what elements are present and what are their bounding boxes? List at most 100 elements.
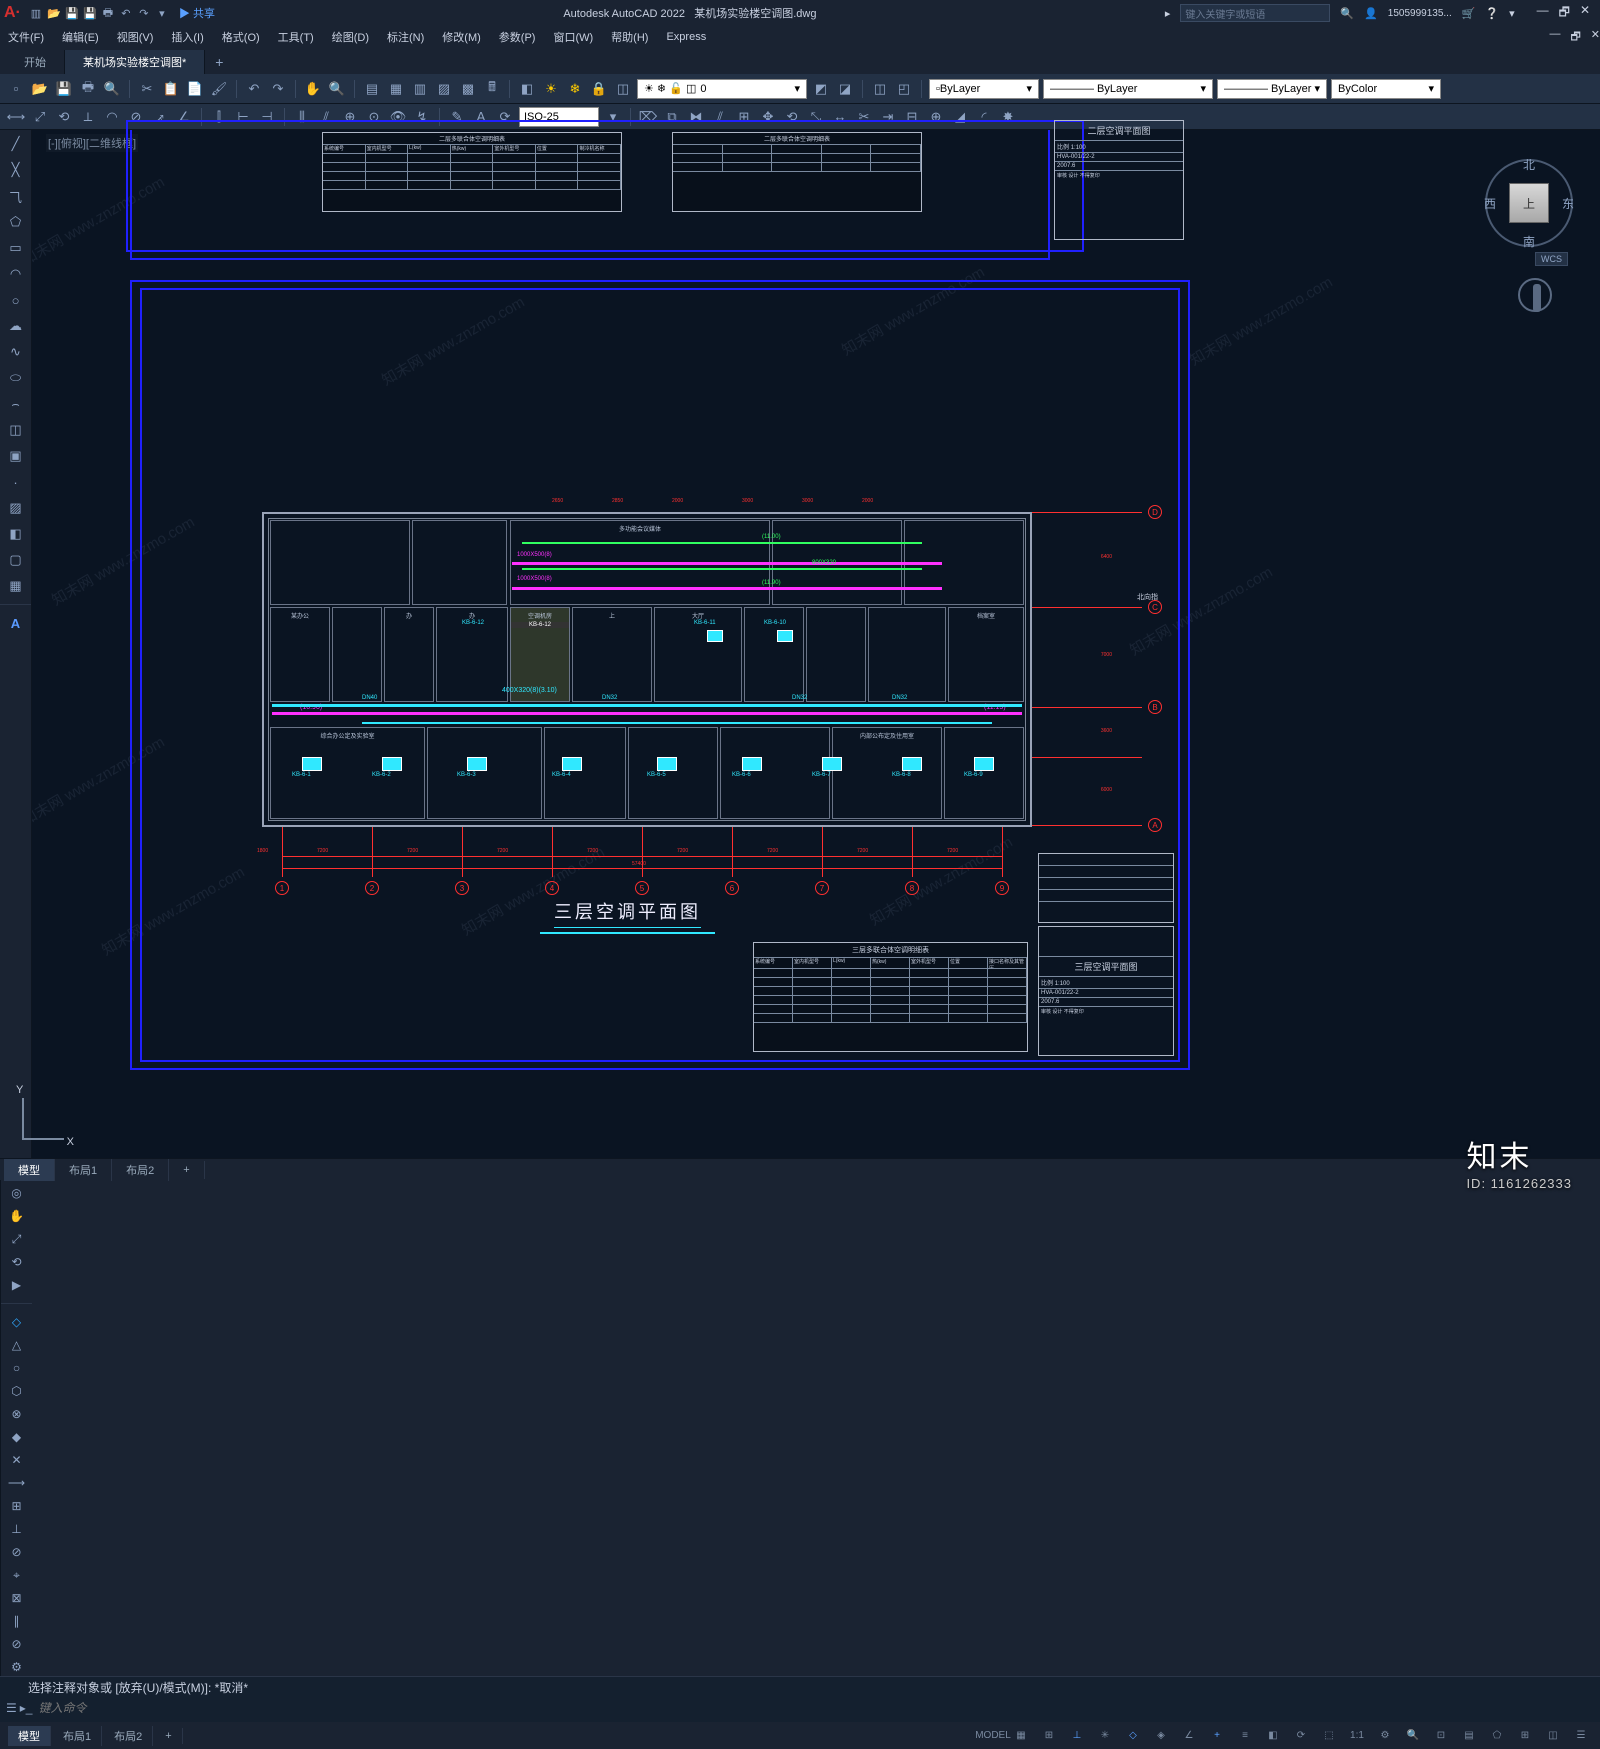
snap-end-icon[interactable]: ◇: [7, 1313, 27, 1331]
search-icon[interactable]: 🔍: [1340, 7, 1354, 20]
showmotion-icon[interactable]: ▶: [7, 1276, 27, 1294]
menu-tools[interactable]: 工具(T): [278, 29, 314, 45]
orbit-icon[interactable]: ⟲: [7, 1253, 27, 1271]
block-icon[interactable]: ◫: [870, 79, 890, 99]
print-icon[interactable]: 🖶: [78, 79, 98, 99]
sb-modelspace-icon[interactable]: MODEL: [982, 1726, 1004, 1746]
dim-rad-icon[interactable]: ◠: [102, 107, 122, 127]
sb-trans-icon[interactable]: ◧: [1262, 1726, 1284, 1746]
redo-icon[interactable]: ↷: [268, 79, 288, 99]
restore-button[interactable]: 🗗: [1559, 3, 1570, 24]
share-button[interactable]: ▶ 共享: [179, 5, 215, 21]
zoom-icon[interactable]: 🔍: [327, 79, 347, 99]
mdi-close[interactable]: ✕: [1591, 28, 1600, 47]
snap-ext-icon[interactable]: ⟶: [7, 1474, 27, 1492]
plotstyle-dropdown[interactable]: ByColor▾: [1331, 79, 1441, 99]
qat-saveas-icon[interactable]: 💾: [83, 6, 97, 20]
revcloud-icon[interactable]: ☁: [6, 316, 26, 336]
snap-per-icon[interactable]: ⊥: [7, 1520, 27, 1538]
sb-clean-icon[interactable]: ◫: [1542, 1726, 1564, 1746]
mdi-minimize[interactable]: —: [1549, 28, 1560, 47]
user-icon[interactable]: 👤: [1364, 7, 1378, 20]
sb-cycle-icon[interactable]: ⟳: [1290, 1726, 1312, 1746]
polygon-icon[interactable]: ⬠: [6, 212, 26, 232]
qat-redo-icon[interactable]: ↷: [137, 6, 151, 20]
line-icon[interactable]: ╱: [6, 134, 26, 154]
menu-window[interactable]: 窗口(W): [553, 29, 593, 45]
viewcube-e[interactable]: 东: [1562, 195, 1574, 212]
snap-ins-icon[interactable]: ⊞: [7, 1497, 27, 1515]
lock-icon[interactable]: 🔒: [589, 79, 609, 99]
ellipse-icon[interactable]: ⬭: [6, 368, 26, 388]
menu-edit[interactable]: 编辑(E): [62, 29, 99, 45]
paste-icon[interactable]: 📄: [185, 79, 205, 99]
sb-gear-icon[interactable]: ⚙: [1374, 1726, 1396, 1746]
ellarc-icon[interactable]: ⌢: [6, 394, 26, 414]
pan-icon[interactable]: ✋: [303, 79, 323, 99]
pan-icon[interactable]: ✋: [7, 1207, 27, 1225]
qat-plot-icon[interactable]: 🖶: [101, 6, 115, 20]
menu-dim[interactable]: 标注(N): [387, 29, 424, 45]
calc-icon[interactable]: 🖩: [482, 79, 502, 99]
dim-ord-icon[interactable]: ⟂: [78, 107, 98, 127]
steering-icon[interactable]: ◎: [7, 1184, 27, 1202]
sb-scale-icon[interactable]: 🔍: [1402, 1726, 1424, 1746]
tab-new[interactable]: +: [205, 50, 233, 74]
viewcube-s[interactable]: 南: [1523, 233, 1535, 250]
search-arrow-icon[interactable]: ▸: [1165, 7, 1171, 20]
rect-icon[interactable]: ▭: [6, 238, 26, 258]
point-icon[interactable]: ·: [6, 472, 26, 492]
snap-cen-icon[interactable]: ○: [7, 1359, 27, 1377]
color-dropdown[interactable]: ▫ ByLayer▾: [929, 79, 1039, 99]
sb-snap-icon[interactable]: ⊞: [1038, 1726, 1060, 1746]
layermgr-icon[interactable]: ◧: [517, 79, 537, 99]
menu-draw[interactable]: 绘图(D): [332, 29, 369, 45]
gradient-icon[interactable]: ◧: [6, 524, 26, 544]
copy-icon[interactable]: 📋: [161, 79, 181, 99]
sb-hw-icon[interactable]: ⊞: [1514, 1726, 1536, 1746]
command-line[interactable]: ☰▸_: [0, 1697, 1600, 1719]
sb-ortho-icon[interactable]: ⊥: [1066, 1726, 1088, 1746]
snap-node-icon[interactable]: ⊗: [7, 1405, 27, 1423]
sb-iso-icon[interactable]: ⬠: [1486, 1726, 1508, 1746]
new-icon[interactable]: ▫: [6, 79, 26, 99]
sb-layout1[interactable]: 布局1: [53, 1726, 102, 1746]
sun-icon[interactable]: ☀: [541, 79, 561, 99]
layout-1[interactable]: 布局1: [55, 1159, 112, 1181]
tab-doc[interactable]: 某机场实验楼空调图*: [65, 50, 205, 74]
mdi-restore[interactable]: 🗗: [1570, 28, 1580, 47]
nav-wheel-icon[interactable]: [1518, 278, 1552, 312]
arc-icon[interactable]: ◠: [6, 264, 26, 284]
markup-icon[interactable]: ▩: [458, 79, 478, 99]
dc-icon[interactable]: ▦: [386, 79, 406, 99]
sb-dyn-icon[interactable]: +: [1206, 1726, 1228, 1746]
sb-otrack-icon[interactable]: ∠: [1178, 1726, 1200, 1746]
user-name[interactable]: 1505999135...: [1388, 8, 1452, 19]
sb-ratio[interactable]: 1:1: [1346, 1726, 1368, 1746]
snap-none-icon[interactable]: ⊘: [7, 1635, 27, 1653]
sb-custom-icon[interactable]: ☰: [1570, 1726, 1592, 1746]
sb-anno-icon[interactable]: ⬚: [1318, 1726, 1340, 1746]
zoomext-icon[interactable]: ⤢: [7, 1230, 27, 1248]
layerstates-icon[interactable]: ◩: [811, 79, 831, 99]
sb-grid-icon[interactable]: ▦: [1010, 1726, 1032, 1746]
hatch-icon[interactable]: ▨: [6, 498, 26, 518]
qat-arrow-icon[interactable]: ▾: [155, 6, 169, 20]
sb-units-icon[interactable]: ⊡: [1430, 1726, 1452, 1746]
lineweight-dropdown[interactable]: ———— ByLayer▾: [1217, 79, 1327, 99]
snap-par-icon[interactable]: ∥: [7, 1612, 27, 1630]
dim-aligned-icon[interactable]: ⤢: [30, 107, 50, 127]
linetype-dropdown[interactable]: ———— ByLayer▾: [1043, 79, 1213, 99]
preview-icon[interactable]: 🔍: [102, 79, 122, 99]
viewcube-w[interactable]: 西: [1484, 195, 1496, 212]
command-input[interactable]: [38, 1701, 1594, 1715]
tab-start[interactable]: 开始: [6, 50, 65, 74]
ssm-icon[interactable]: ▨: [434, 79, 454, 99]
expand-icon[interactable]: ▾: [1509, 7, 1515, 20]
layout-2[interactable]: 布局2: [112, 1159, 169, 1181]
menu-help[interactable]: 帮助(H): [611, 29, 648, 45]
circle-icon[interactable]: ○: [6, 290, 26, 310]
mtext-icon[interactable]: A: [6, 613, 26, 633]
wcs-label[interactable]: WCS: [1535, 252, 1568, 266]
minimize-button[interactable]: —: [1537, 3, 1549, 24]
